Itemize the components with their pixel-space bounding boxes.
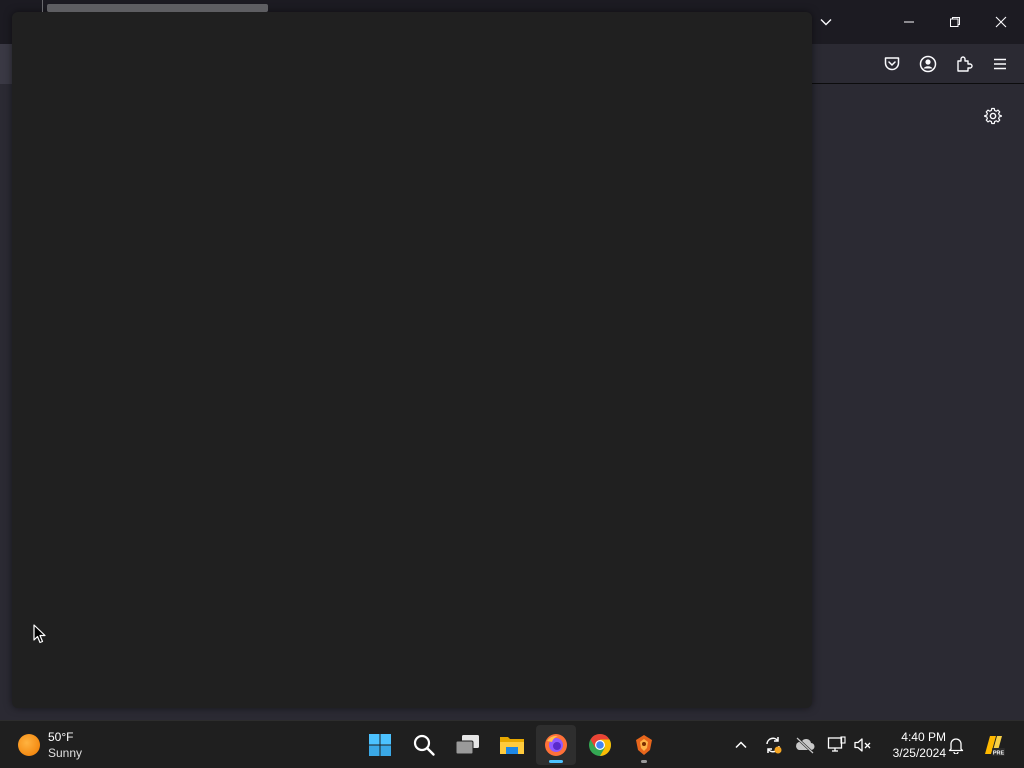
chrome-button[interactable] (580, 725, 620, 765)
kraken-icon (636, 735, 652, 755)
copilot-button[interactable]: PRE (979, 731, 1007, 759)
active-app-indicator (549, 760, 563, 763)
dark-popup-panel (12, 12, 812, 708)
weather-temperature: 50°F (48, 730, 74, 744)
settings-button[interactable] (980, 103, 1006, 129)
account-icon (919, 55, 937, 73)
weather-condition: Sunny (48, 746, 83, 760)
minimize-icon (904, 21, 914, 23)
chevron-up-icon (735, 741, 747, 749)
onedrive-tray-button[interactable] (793, 733, 817, 757)
close-icon (995, 16, 1007, 28)
volume-tray-button[interactable] (851, 733, 875, 757)
sync-icon (766, 737, 782, 754)
task-view-button[interactable] (448, 725, 488, 765)
git-app-button[interactable] (624, 725, 664, 765)
horizontal-scrollbar-thumb[interactable] (47, 4, 268, 12)
restore-button[interactable] (932, 0, 978, 44)
minimize-button[interactable] (886, 0, 932, 44)
start-button[interactable] (360, 725, 400, 765)
windows-logo-icon (369, 734, 391, 756)
close-button[interactable] (978, 0, 1024, 44)
network-icon (827, 736, 846, 752)
browser-window (0, 0, 1024, 720)
firefox-button[interactable] (536, 725, 576, 765)
menu-icon (994, 58, 1006, 70)
chrome-icon (589, 734, 611, 756)
clock-time: 4:40 PM (901, 730, 946, 744)
mouse-cursor-icon (33, 624, 46, 644)
pocket-icon (884, 57, 900, 71)
running-app-indicator (641, 760, 647, 763)
app-menu-button[interactable] (986, 50, 1014, 78)
file-explorer-button[interactable] (492, 725, 532, 765)
firefox-icon (545, 734, 567, 756)
search-icon (413, 734, 435, 756)
sun-icon (18, 734, 40, 756)
folder-icon (500, 737, 524, 754)
panel-edge-divider (42, 0, 43, 12)
volume-mute-icon (854, 738, 871, 752)
notifications-button[interactable] (944, 733, 968, 757)
extensions-icon (957, 56, 973, 72)
search-button[interactable] (404, 725, 444, 765)
chevron-down-icon (820, 19, 832, 26)
onedrive-offline-icon (796, 737, 815, 754)
sync-tray-button[interactable] (761, 733, 785, 757)
account-button[interactable] (914, 50, 942, 78)
show-hidden-icons-button[interactable] (729, 733, 753, 757)
toolbar-left-edge (0, 44, 12, 84)
svg-text:PRE: PRE (993, 751, 1005, 757)
gear-icon (984, 107, 1002, 125)
taskbar-clock[interactable]: 4:40 PM 3/25/2024 (880, 729, 946, 761)
pocket-button[interactable] (878, 50, 906, 78)
task-view-icon (455, 735, 479, 755)
windows-taskbar: 50°F Sunny 4:40 PM 3/25/2024 PRE (0, 720, 1024, 768)
extensions-button[interactable] (950, 50, 978, 78)
copilot-icon: PRE (985, 736, 1005, 757)
clock-date: 3/25/2024 (892, 746, 946, 760)
weather-widget[interactable]: 50°F Sunny (18, 727, 82, 763)
notification-bell-icon (948, 738, 964, 754)
restore-icon (950, 17, 960, 27)
network-tray-button[interactable] (825, 733, 849, 757)
